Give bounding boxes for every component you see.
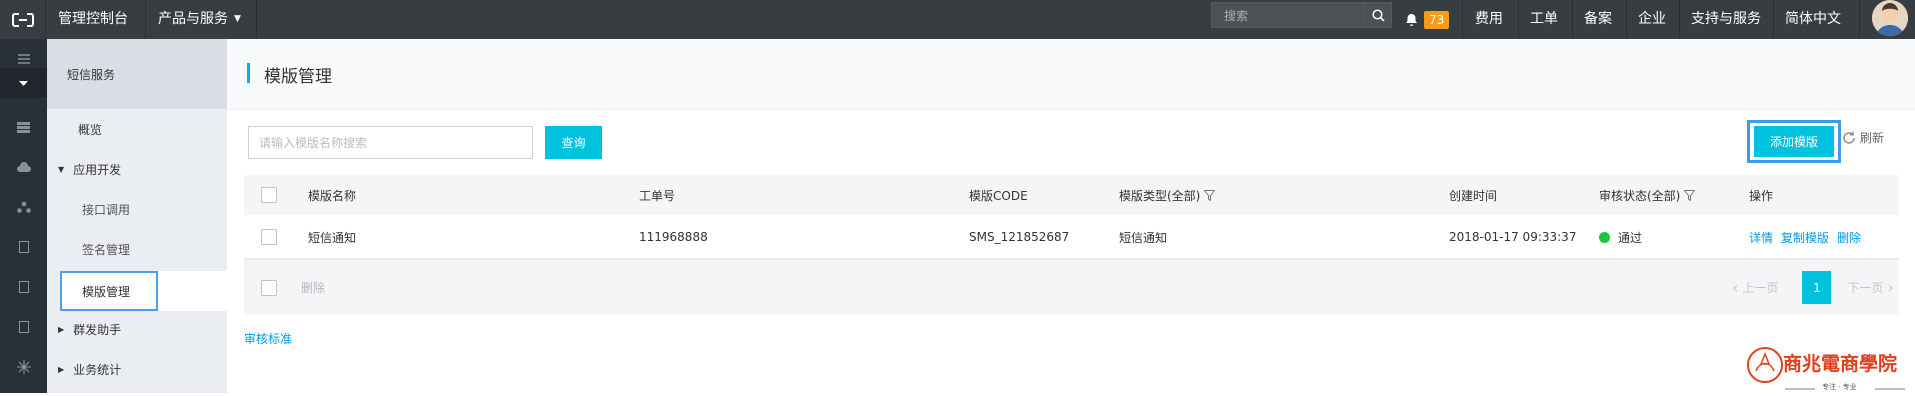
cloud-icon[interactable] <box>0 147 47 187</box>
status-badge: 通过 <box>1618 230 1643 245</box>
title-accent-bar <box>247 63 250 83</box>
batch-delete-button[interactable]: 删除 <box>301 260 325 315</box>
watermark-title: 商兆電商學院 <box>1783 353 1898 375</box>
nav-tickets[interactable]: 工单 <box>1530 0 1558 39</box>
col-header-ticket: 工单号 <box>639 188 676 203</box>
add-template-highlight: 添加模版 <box>1747 120 1841 163</box>
watermark-subtitle: 专注 · 专业 <box>1822 383 1857 391</box>
sidebar-item-group-send[interactable]: ▶ 群发助手 <box>58 321 121 338</box>
notification-badge: 73 <box>1424 10 1450 29</box>
table-footer: 删除 ‹ 上一页 1 下一页 › <box>244 259 1899 315</box>
col-header-created: 创建时间 <box>1449 188 1498 203</box>
caret-right-icon: ▶ <box>58 325 65 334</box>
col-header-actions: 操作 <box>1749 188 1774 203</box>
aliyun-logo-icon[interactable] <box>0 0 45 39</box>
prev-page-label: 上一页 <box>1742 281 1779 295</box>
table-header: 模版名称 工单号 模版CODE 模版类型(全部) 创建时间 审核状态(全部) 操… <box>244 175 1899 215</box>
sidebar-item-label: 群发助手 <box>73 323 122 337</box>
next-page-button[interactable]: 下一页 › <box>1847 278 1893 297</box>
search-icon[interactable] <box>1364 3 1391 27</box>
global-search[interactable]: 搜索 <box>1211 2 1392 28</box>
sidebar-item-label: 业务统计 <box>73 363 122 377</box>
cell-type: 短信通知 <box>1119 230 1168 245</box>
next-page-label: 下一页 <box>1847 281 1884 295</box>
template-search-input[interactable] <box>249 127 521 158</box>
page-header: 模版管理 <box>227 39 1915 110</box>
refresh-button[interactable]: 刷新 <box>1841 129 1884 146</box>
nav-language[interactable]: 简体中文 <box>1785 0 1841 39</box>
collapse-icon[interactable] <box>0 68 47 98</box>
page-icon[interactable] <box>0 307 47 347</box>
server-icon[interactable] <box>0 107 47 147</box>
cell-created: 2018-01-17 09:33:37 <box>1449 230 1577 244</box>
add-template-button[interactable]: 添加模版 <box>1754 126 1834 157</box>
caret-down-icon: ▼ <box>234 14 241 24</box>
sidebar: 短信服务 概览 ▼ 应用开发 接口调用 签名管理 模版管理 ▶ 群发助手 ▶ 业… <box>47 39 227 393</box>
cell-ticket: 111968888 <box>639 230 708 244</box>
col-header-code: 模版CODE <box>969 188 1028 203</box>
select-all-checkbox[interactable] <box>261 187 277 203</box>
products-menu[interactable]: 产品与服务 ▼ <box>158 0 241 39</box>
global-search-input[interactable]: 搜索 <box>1212 7 1364 24</box>
nav-fees[interactable]: 费用 <box>1475 0 1503 39</box>
row-checkbox[interactable] <box>261 229 277 245</box>
nav-icp[interactable]: 备案 <box>1584 0 1612 39</box>
copy-template-link[interactable]: 复制模版 <box>1781 229 1829 246</box>
col-header-type[interactable]: 模版类型(全部) <box>1119 175 1216 215</box>
products-label: 产品与服务 <box>158 11 228 27</box>
watermark-logo: 商兆電商學院 专注 · 专业 <box>1745 305 1915 393</box>
cell-status: 通过 <box>1599 216 1642 258</box>
sidebar-item-label: 应用开发 <box>73 163 122 177</box>
main-content: 模版管理 查询 添加模版 刷新 模版名称 工单号 模版CODE 模版类型(全部)… <box>227 39 1915 393</box>
sidebar-title: 短信服务 <box>67 68 116 82</box>
file-icon[interactable] <box>0 267 47 307</box>
bell-icon <box>1406 13 1417 26</box>
prev-page-button[interactable]: ‹ 上一页 <box>1732 278 1778 297</box>
hub-icon[interactable] <box>0 347 47 387</box>
sidebar-item-api-call[interactable]: 接口调用 <box>82 201 130 218</box>
sidebar-item-sign-manage[interactable]: 签名管理 <box>82 241 130 258</box>
audit-standard-link[interactable]: 审核标准 <box>244 330 292 347</box>
caret-right-icon: ▶ <box>58 365 65 374</box>
sidebar-header: 短信服务 <box>47 39 227 109</box>
sidebar-item-stats[interactable]: ▶ 业务统计 <box>58 361 121 378</box>
page-1-button[interactable]: 1 <box>1802 271 1832 304</box>
footer-select-checkbox[interactable] <box>261 279 277 296</box>
network-icon[interactable] <box>0 187 47 227</box>
detail-link[interactable]: 详情 <box>1749 229 1773 246</box>
sidebar-item-overview[interactable]: 概览 <box>78 121 102 138</box>
filter-icon[interactable] <box>1204 189 1216 201</box>
nav-support[interactable]: 支持与服务 <box>1691 0 1761 39</box>
icon-rail <box>0 39 47 393</box>
top-navbar: 管理控制台 产品与服务 ▼ 搜索 73 费用 工单 备案 企业 支持与服务 简体… <box>0 0 1915 39</box>
sidebar-item-template-manage[interactable]: 模版管理 <box>60 271 227 311</box>
console-link[interactable]: 管理控制台 <box>58 0 128 39</box>
status-ok-icon <box>1599 231 1610 243</box>
cell-name: 短信通知 <box>308 230 357 245</box>
col-header-status-label: 审核状态(全部) <box>1599 188 1681 203</box>
sidebar-item-app-dev[interactable]: ▼ 应用开发 <box>58 161 121 178</box>
sidebar-item-label: 模版管理 <box>82 285 131 299</box>
col-header-name: 模版名称 <box>308 188 357 203</box>
filter-icon[interactable] <box>1684 189 1696 201</box>
template-search-box[interactable] <box>248 126 533 159</box>
col-header-status[interactable]: 审核状态(全部) <box>1599 175 1696 215</box>
col-header-type-label: 模版类型(全部) <box>1119 188 1201 203</box>
delete-link[interactable]: 删除 <box>1837 229 1861 246</box>
refresh-label: 刷新 <box>1860 131 1885 145</box>
nav-enterprise[interactable]: 企业 <box>1638 0 1666 39</box>
table-row: 短信通知 111968888 SMS_121852687 短信通知 2018-0… <box>244 216 1899 259</box>
query-button[interactable]: 查询 <box>545 126 602 159</box>
refresh-icon <box>1843 131 1855 144</box>
cell-actions: 详情 复制模版 删除 <box>1749 216 1869 258</box>
caret-down-icon: ▼ <box>58 165 65 174</box>
cell-code: SMS_121852687 <box>969 230 1070 244</box>
page-title: 模版管理 <box>264 67 332 87</box>
chevron-right-icon: › <box>1887 278 1894 297</box>
notification-button[interactable]: 73 <box>1405 0 1450 39</box>
document-icon[interactable] <box>0 227 47 267</box>
chevron-left-icon: ‹ <box>1732 278 1739 297</box>
avatar[interactable] <box>1872 0 1908 36</box>
